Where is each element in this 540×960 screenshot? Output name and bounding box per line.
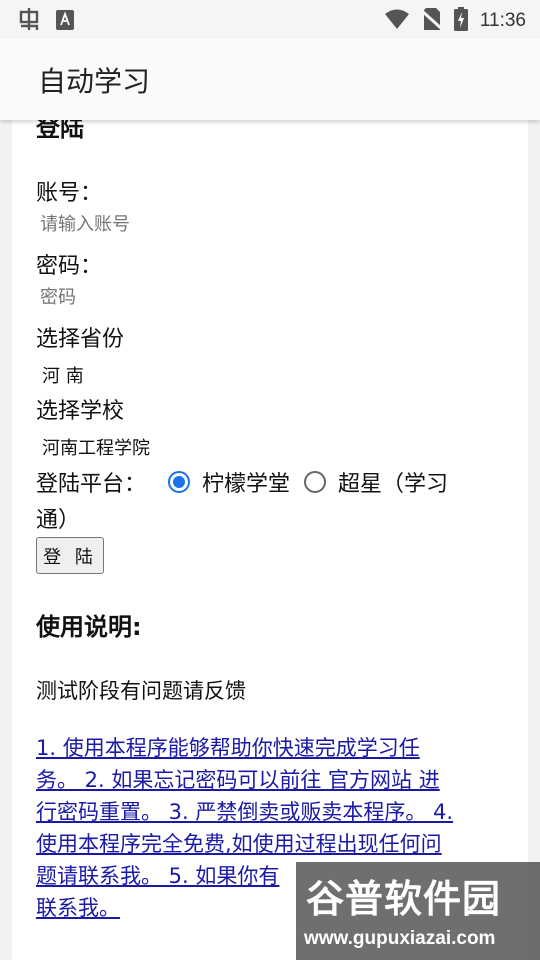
password-label: 密码：	[36, 254, 103, 279]
radio-chaoxing-label[interactable]: 超星（学习	[338, 466, 448, 498]
radio-lemon-label[interactable]: 柠檬学堂	[202, 466, 290, 498]
no-sim-icon	[420, 7, 443, 35]
clock: 11:36	[479, 10, 526, 31]
platform-label: 登陆平台：	[36, 472, 147, 497]
status-bar: 11:36	[0, 0, 540, 38]
usage-title: 使用说明:	[36, 613, 142, 641]
app-title: 自动学习	[38, 65, 151, 98]
school-label: 选择学校	[36, 399, 125, 424]
account-label: 账号：	[36, 181, 103, 206]
password-input[interactable]	[40, 287, 240, 308]
usage-link-2[interactable]: 务。 2. 如果忘记密码可以前往 官方网站 进	[36, 768, 440, 792]
usage-link-6[interactable]: 联系我。	[36, 896, 120, 920]
app-bar: 自动学习	[0, 38, 540, 120]
bug-icon	[16, 8, 42, 36]
watermark: 谷普软件园 www.gupuxiazai.com	[296, 862, 540, 960]
login-button[interactable]: 登 陆	[36, 537, 104, 574]
province-select[interactable]: 河 南	[42, 362, 84, 388]
usage-link-4[interactable]: 使用本程序完全免费,如使用过程出现任何问	[36, 832, 442, 856]
radio-chaoxing[interactable]	[304, 471, 327, 493]
radio-lemon[interactable]	[168, 471, 191, 493]
usage-link-5[interactable]: 题请联系我。 5. 如果你有	[36, 864, 279, 888]
school-select[interactable]: 河南工程学院	[42, 434, 150, 460]
province-label: 选择省份	[36, 327, 125, 352]
battery-charging-icon	[453, 7, 468, 35]
wifi-icon	[384, 8, 410, 34]
watermark-title: 谷普软件园	[306, 877, 502, 921]
login-heading: 登陆	[36, 120, 84, 142]
radio-chaoxing-label-wrap: 通）	[36, 508, 81, 533]
platform-row: 登陆平台： 柠檬学堂 超星（学习	[36, 466, 448, 498]
watermark-url: www.gupuxiazai.com	[304, 928, 496, 949]
account-input[interactable]	[40, 214, 240, 235]
usage-link-3[interactable]: 行密码重置。 3. 严禁倒卖或贩卖本程序。 4.	[36, 800, 453, 824]
a-icon	[56, 10, 74, 34]
feedback-text: 测试阶段有问题请反馈	[36, 679, 246, 703]
webview-content[interactable]: 登陆 账号： 密码： 选择省份 河 南 选择学校 河南工程学院 登陆平台： 柠檬…	[12, 120, 528, 960]
usage-link-1[interactable]: 1. 使用本程序能够帮助你快速完成学习任	[36, 736, 420, 760]
